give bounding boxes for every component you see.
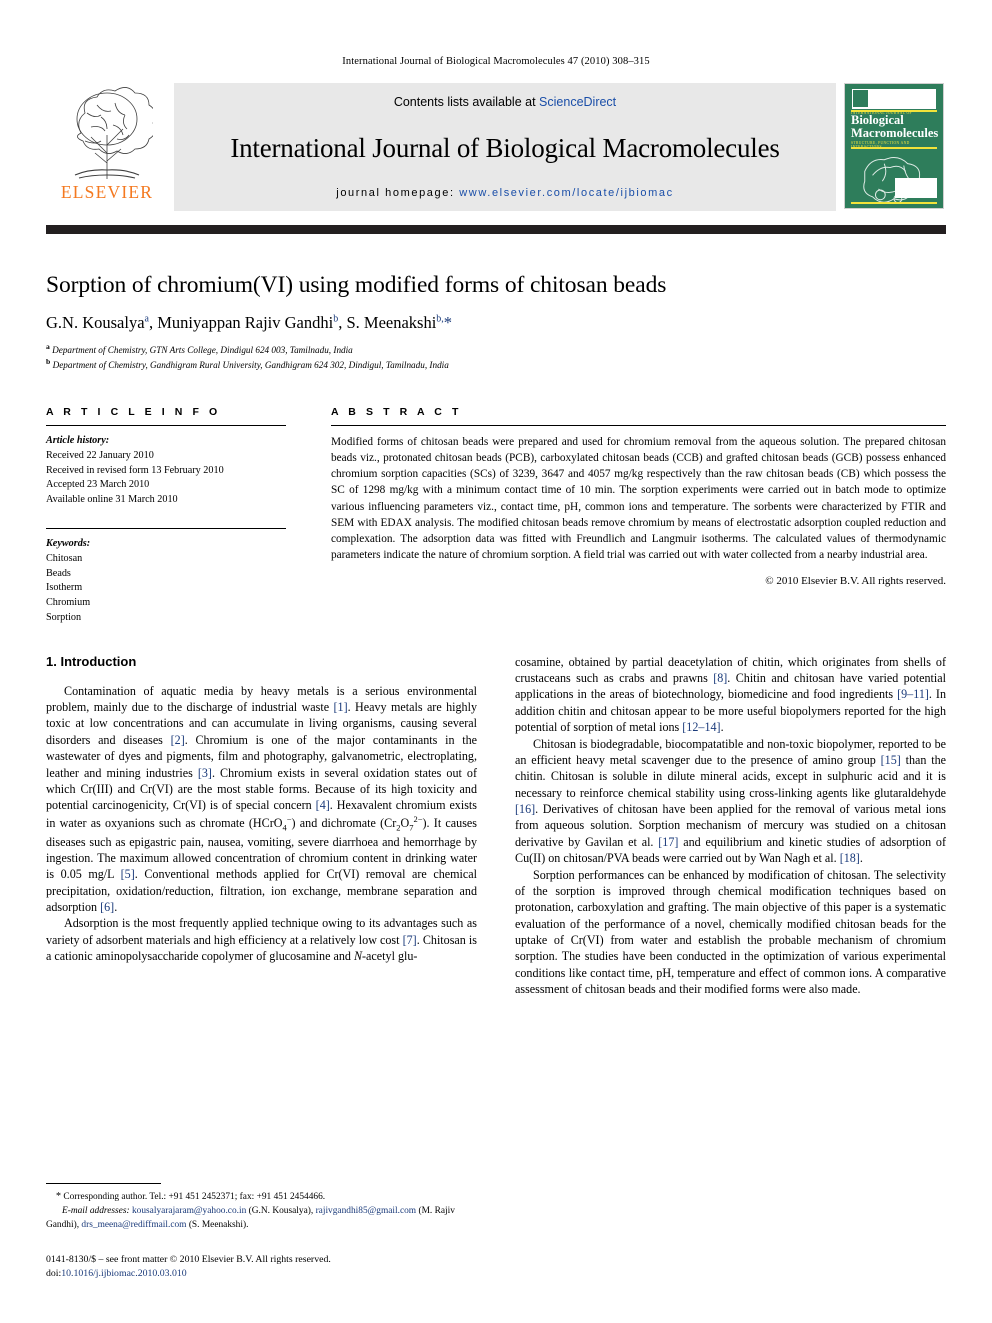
history-item: Received in revised form 13 February 201… bbox=[46, 464, 224, 476]
history-item: Available online 31 March 2010 bbox=[46, 494, 178, 506]
abstract-rule bbox=[331, 425, 946, 427]
cover-elsevier-mark bbox=[853, 90, 868, 107]
cover-bottom-badge bbox=[895, 178, 937, 198]
article-info-column: A R T I C L E I N F O Article history: R… bbox=[46, 406, 286, 626]
corresponding-author-line: * Corresponding author. Tel.: +91 451 24… bbox=[56, 1191, 326, 1203]
elsevier-tree-icon bbox=[74, 87, 153, 179]
keywords-label: Keywords: bbox=[46, 537, 91, 549]
body-column-right: cosamine, obtained by partial deacetylat… bbox=[515, 654, 946, 998]
keyword-item: Beads bbox=[46, 567, 71, 579]
abstract-copyright: © 2010 Elsevier B.V. All rights reserved… bbox=[765, 575, 946, 588]
email-addresses-line: E-mail addresses: kousalyarajaram@yahoo.… bbox=[46, 1206, 455, 1231]
journal-cover-thumbnail: INTERNATIONAL JOURNAL OF Biological Macr… bbox=[842, 83, 946, 211]
doi-value[interactable]: 10.1016/j.ijbiomac.2010.03.010 bbox=[61, 1268, 186, 1279]
article-history: Article history: Received 22 January 201… bbox=[46, 434, 286, 508]
homepage-prefix: journal homepage: bbox=[336, 187, 455, 199]
keywords-block: Keywords: Chitosan Beads Isotherm Chromi… bbox=[46, 527, 286, 626]
history-item: Received 22 January 2010 bbox=[46, 449, 154, 461]
journal-masthead: ELSEVIER Contents lists available at Sci… bbox=[46, 83, 946, 211]
elsevier-wordmark: ELSEVIER bbox=[60, 182, 154, 202]
keyword-item: Chromium bbox=[46, 597, 91, 609]
history-item: Accepted 23 March 2010 bbox=[46, 479, 150, 491]
issn-line: 0141-8130/$ – see front matter © 2010 El… bbox=[46, 1253, 331, 1265]
page-title: Sorption of chromium(VI) using modified … bbox=[46, 272, 667, 298]
cover-title: Biological Macromolecules bbox=[851, 114, 939, 140]
abstract-text: Modified forms of chitosan beads were pr… bbox=[331, 436, 946, 562]
keywords-rule bbox=[46, 527, 286, 529]
masthead-divider bbox=[46, 225, 946, 234]
corresponding-author-note: * Corresponding author. Tel.: +91 451 24… bbox=[46, 1189, 477, 1232]
author-list: G.N. Kousalyaa, Muniyappan Rajiv Gandhib… bbox=[46, 313, 453, 333]
cover-image: INTERNATIONAL JOURNAL OF Biological Macr… bbox=[844, 83, 944, 209]
cover-title-line2: Macromolecules bbox=[851, 126, 939, 140]
affiliation-b: b Department of Chemistry, Gandhigram Ru… bbox=[46, 356, 449, 370]
contents-prefix: Contents lists available at bbox=[393, 95, 536, 109]
article-info-heading: A R T I C L E I N F O bbox=[46, 406, 221, 419]
keyword-item: Isotherm bbox=[46, 582, 83, 594]
homepage-url[interactable]: www.elsevier.com/locate/ijbiomac bbox=[459, 187, 673, 199]
section-heading-introduction: 1. Introduction bbox=[46, 653, 137, 669]
issn-copyright-block: 0141-8130/$ – see front matter © 2010 El… bbox=[46, 1253, 477, 1281]
article-info-rule bbox=[46, 425, 286, 427]
doi-label: doi: bbox=[46, 1267, 62, 1279]
journal-homepage-line: journal homepage: www.elsevier.com/locat… bbox=[336, 187, 673, 199]
cover-rule-bottom bbox=[851, 202, 937, 204]
affiliation-a: a Department of Chemistry, GTN Arts Coll… bbox=[46, 341, 353, 355]
keyword-item: Chitosan bbox=[46, 552, 83, 564]
paragraph: Chitosan is biodegradable, biocompatatib… bbox=[515, 736, 947, 866]
contents-available-line: Contents lists available at ScienceDirec… bbox=[394, 95, 616, 109]
abstract-column: A B S T R A C T Modified forms of chitos… bbox=[331, 406, 946, 626]
affiliation-a-text: Department of Chemistry, GTN Arts Colleg… bbox=[52, 344, 353, 355]
body-column-left: 1. Introduction Contamination of aquatic… bbox=[46, 654, 477, 998]
info-abstract-row: A R T I C L E I N F O Article history: R… bbox=[46, 406, 946, 626]
affiliations: a Department of Chemistry, GTN Arts Coll… bbox=[46, 342, 946, 372]
journal-band: Contents lists available at ScienceDirec… bbox=[174, 83, 836, 211]
paragraph: Adsorption is the most frequently applie… bbox=[46, 916, 477, 964]
affiliation-b-text: Department of Chemistry, Gandhigram Rura… bbox=[52, 360, 449, 370]
article-history-label: Article history: bbox=[46, 435, 110, 447]
abstract-heading: A B S T R A C T bbox=[331, 406, 462, 419]
footnote-area: * Corresponding author. Tel.: +91 451 24… bbox=[46, 1183, 477, 1281]
body-columns: 1. Introduction Contamination of aquatic… bbox=[46, 654, 946, 998]
paragraph: cosamine, obtained by partial deacetylat… bbox=[515, 654, 947, 735]
doi-line: doi:10.1016/j.ijbiomac.2010.03.010 bbox=[46, 1267, 477, 1281]
cover-rule-mid bbox=[851, 147, 937, 149]
paragraph: Contamination of aquatic media by heavy … bbox=[46, 683, 478, 915]
elsevier-logo: ELSEVIER bbox=[46, 83, 168, 211]
journal-title: International Journal of Biological Macr… bbox=[230, 132, 780, 163]
sciencedirect-link[interactable]: ScienceDirect bbox=[539, 95, 616, 109]
paper-page: International Journal of Biological Macr… bbox=[0, 0, 992, 1323]
footnote-rule bbox=[46, 1183, 161, 1185]
running-head: International Journal of Biological Macr… bbox=[342, 56, 650, 67]
paragraph: Sorption performances can be enhanced by… bbox=[515, 867, 946, 997]
keyword-item: Sorption bbox=[46, 611, 82, 623]
